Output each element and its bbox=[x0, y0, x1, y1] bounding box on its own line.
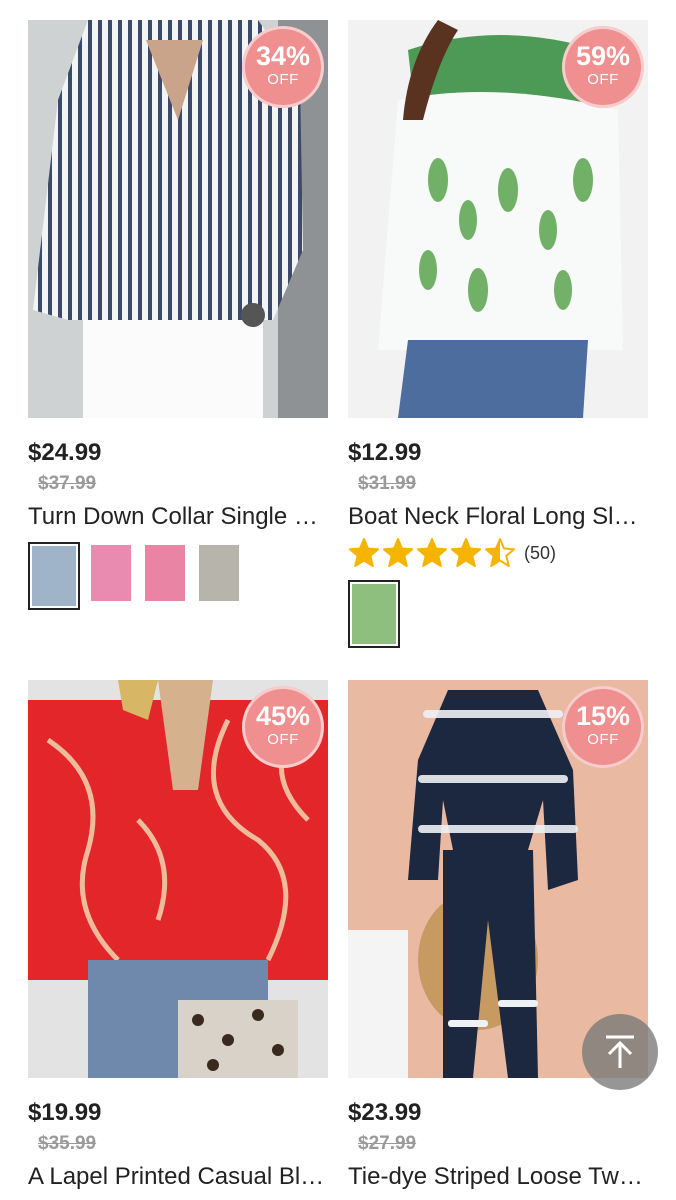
discount-off-label: OFF bbox=[267, 731, 299, 748]
product-original-price: $35.99 bbox=[38, 1133, 97, 1154]
discount-percent: 34% bbox=[255, 41, 311, 71]
star-icon bbox=[485, 538, 515, 567]
product-card[interactable]: 15% OFF $23.99 $27.99 Tie-dye Striped Lo… bbox=[348, 680, 648, 1192]
product-price: $19.99 bbox=[28, 1099, 102, 1126]
discount-percent: 15% bbox=[575, 701, 631, 731]
product-card[interactable]: 34% OFF $24.99 $37.99 Turn Down Collar S… bbox=[28, 20, 328, 610]
product-title[interactable]: Turn Down Collar Single Breasted Stripe … bbox=[28, 502, 328, 532]
color-swatches bbox=[28, 542, 328, 610]
arrow-up-icon bbox=[606, 1035, 634, 1068]
product-price: $24.99 bbox=[28, 439, 102, 466]
color-swatch[interactable] bbox=[88, 542, 134, 604]
color-swatch[interactable] bbox=[142, 542, 188, 604]
discount-badge: 45% OFF bbox=[242, 686, 324, 768]
discount-off-label: OFF bbox=[587, 71, 619, 88]
star-icon bbox=[383, 538, 413, 567]
discount-badge: 34% OFF bbox=[242, 26, 324, 108]
star-rating: (50) bbox=[348, 536, 648, 570]
discount-percent: 59% bbox=[575, 41, 631, 71]
discount-off-label: OFF bbox=[267, 71, 299, 88]
product-title[interactable]: Boat Neck Floral Long Sleeve Blouse bbox=[348, 502, 648, 532]
product-original-price: $27.99 bbox=[358, 1133, 417, 1154]
product-card[interactable]: 45% OFF $19.99 $35.99 A Lapel Printed Ca… bbox=[28, 680, 328, 1192]
product-grid: 34% OFF $24.99 $37.99 Turn Down Collar S… bbox=[0, 0, 676, 1200]
color-swatches bbox=[348, 580, 648, 648]
product-image[interactable]: 45% OFF bbox=[28, 680, 328, 1078]
rating-stars bbox=[348, 537, 518, 569]
discount-badge: 15% OFF bbox=[562, 686, 644, 768]
color-swatch[interactable] bbox=[28, 542, 80, 610]
discount-off-label: OFF bbox=[587, 731, 619, 748]
product-card[interactable]: 59% OFF $12.99 $31.99 Boat Neck Floral L… bbox=[348, 20, 648, 648]
rating-count: (50) bbox=[524, 542, 557, 563]
star-icon bbox=[417, 538, 447, 567]
back-to-top-button[interactable] bbox=[582, 1014, 658, 1090]
star-icon bbox=[451, 538, 481, 567]
color-swatch[interactable] bbox=[348, 580, 400, 648]
product-title[interactable]: Tie-dye Striped Loose Two Piece Set bbox=[348, 1162, 648, 1192]
product-price: $23.99 bbox=[348, 1099, 422, 1126]
color-swatch[interactable] bbox=[196, 542, 242, 604]
product-image[interactable]: 34% OFF bbox=[28, 20, 328, 418]
product-original-price: $37.99 bbox=[38, 473, 97, 494]
star-icon bbox=[349, 538, 379, 567]
product-price: $12.99 bbox=[348, 439, 422, 466]
discount-percent: 45% bbox=[255, 701, 311, 731]
product-image[interactable]: 59% OFF bbox=[348, 20, 648, 418]
product-original-price: $31.99 bbox=[358, 473, 417, 494]
product-title[interactable]: A Lapel Printed Casual Blouse bbox=[28, 1162, 328, 1192]
discount-badge: 59% OFF bbox=[562, 26, 644, 108]
